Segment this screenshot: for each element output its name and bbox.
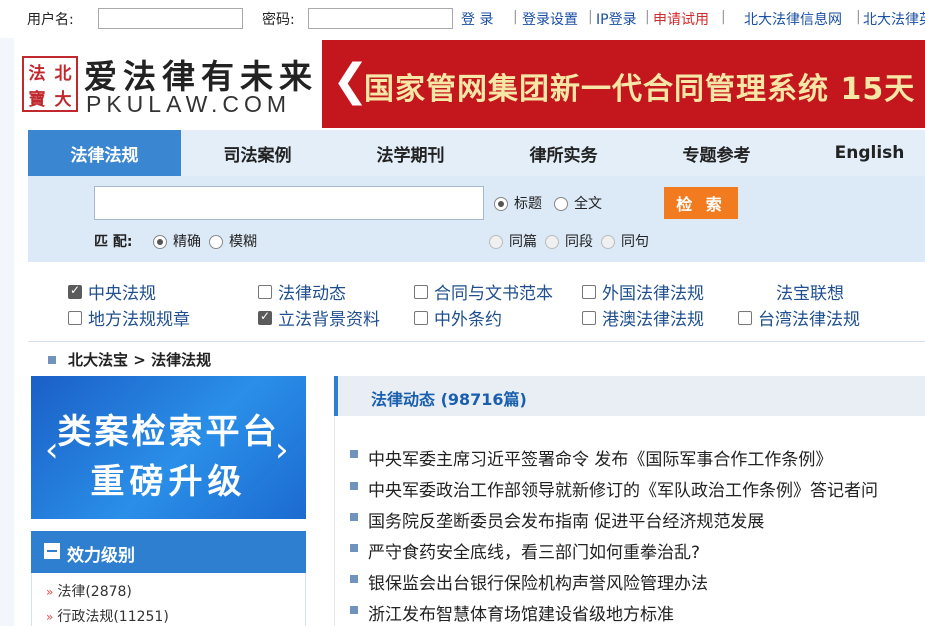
password-input[interactable] <box>308 8 453 29</box>
apply-trial-link[interactable]: 申请试用 <box>653 9 709 29</box>
collapse-icon[interactable] <box>44 543 60 559</box>
ip-login-link[interactable]: IP登录 <box>596 9 637 29</box>
breadcrumb-current: 法律法规 <box>151 351 212 369</box>
same-sentence-radio[interactable] <box>601 235 615 249</box>
bullet-icon <box>350 482 358 490</box>
news-item[interactable]: 国务院反垄断委员会发布指南 促进平台经济规范发展 <box>368 507 764 532</box>
scope-title-label: 标题 <box>514 196 542 212</box>
cat-taiwan-checkbox[interactable] <box>738 311 752 325</box>
match-fuzzy-label: 模糊 <box>229 234 257 250</box>
list-item[interactable]: » 行政法规(11251) <box>46 606 169 626</box>
bullet-icon <box>350 450 358 458</box>
breadcrumb-arrow: > <box>133 351 146 369</box>
match-exact-label: 精确 <box>173 234 201 250</box>
logo-domain: PKULAW.COM <box>86 91 292 117</box>
tab-english[interactable]: English <box>793 130 925 176</box>
cat-contract-checkbox[interactable] <box>414 285 428 299</box>
promo-title: 类案检索平台 <box>57 412 280 452</box>
username-label: 用户名: <box>27 12 74 28</box>
cat-treaty-checkbox[interactable] <box>414 311 428 325</box>
logo-seal[interactable]: 法 北 寶 大 <box>22 56 78 112</box>
effect-level-list: » 法律(2878) » 行政法规(11251) <box>31 573 306 626</box>
news-title[interactable]: 法律动态 (98716篇) <box>371 386 527 410</box>
bullet-icon <box>350 544 358 552</box>
same-doc-label: 同篇 <box>509 234 537 250</box>
bullet-icon <box>350 575 358 583</box>
arrow-bullet-icon: » <box>46 610 54 624</box>
cat-taiwan-label[interactable]: 台湾法律法规 <box>758 305 860 330</box>
scope-fulltext-label: 全文 <box>574 196 602 212</box>
cat-hkmacau-label[interactable]: 港澳法律法规 <box>602 305 704 330</box>
tab-topics[interactable]: 专题参考 <box>640 130 793 176</box>
fabao-assoc-link[interactable]: 法宝联想 <box>776 279 844 304</box>
tab-journals[interactable]: 法学期刊 <box>334 130 487 176</box>
search-button[interactable]: 检 索 <box>664 187 738 219</box>
cat-contract-label[interactable]: 合同与文书范本 <box>434 279 553 304</box>
same-sentence-label: 同句 <box>621 234 649 250</box>
tab-practice[interactable]: 律所实务 <box>487 130 640 176</box>
username-input[interactable] <box>98 8 243 29</box>
banner-text: 国家管网集团新一代合同管理系统 15天 <box>364 72 916 107</box>
seal-char: 寶 <box>28 89 46 110</box>
same-para-label: 同段 <box>565 234 593 250</box>
news-item[interactable]: 银保监会出台银行保险机构声誉风险管理办法 <box>368 569 708 594</box>
main-nav: 法律法规 司法案例 法学期刊 律所实务 专题参考 English <box>28 130 925 176</box>
ad-banner[interactable]: ❮ 国家管网集团新一代合同管理系统 15天 <box>322 40 925 128</box>
news-item[interactable]: 严守食药安全底线，看三部门如何重拳治乱? <box>368 538 700 563</box>
chevron-right-icon[interactable]: › <box>275 430 289 470</box>
cat-treaty-label[interactable]: 中外条约 <box>434 305 502 330</box>
match-exact-radio[interactable] <box>153 235 167 249</box>
login-link[interactable]: 登 录 <box>461 9 493 29</box>
separator: | <box>856 9 861 25</box>
tab-laws[interactable]: 法律法规 <box>28 130 181 176</box>
arrow-bullet-icon: » <box>46 585 54 599</box>
password-label: 密码: <box>262 12 295 28</box>
separator: | <box>645 9 650 25</box>
bullet-icon <box>48 356 56 364</box>
bullet-icon <box>350 606 358 614</box>
match-fuzzy-radio[interactable] <box>209 235 223 249</box>
search-input[interactable] <box>94 186 484 220</box>
cat-central-checkbox[interactable] <box>68 283 82 299</box>
cat-legislative-label[interactable]: 立法背景资料 <box>278 305 380 330</box>
tab-cases[interactable]: 司法案例 <box>181 130 334 176</box>
cat-hkmacau-checkbox[interactable] <box>582 311 596 325</box>
separator: | <box>588 9 593 25</box>
news-item[interactable]: 中央军委主席习近平签署命令 发布《国际军事合作工作条例》 <box>368 445 832 470</box>
cat-foreign-label[interactable]: 外国法律法规 <box>602 279 704 304</box>
effect-level-header[interactable]: 效力级别 <box>31 531 306 573</box>
cat-news-checkbox[interactable] <box>258 285 272 299</box>
cat-local-label[interactable]: 地方法规规章 <box>88 305 190 330</box>
page-edge <box>0 0 14 626</box>
seal-char: 大 <box>54 89 72 110</box>
promo-banner[interactable]: ‹ 类案检索平台 重磅升级 › <box>31 376 306 519</box>
same-para-radio[interactable] <box>545 235 559 249</box>
separator: | <box>721 9 726 25</box>
same-doc-radio[interactable] <box>489 235 503 249</box>
login-bar: 用户名: 密码: 登 录 | 登录设置 | IP登录 | 申请试用 | 北大法律… <box>0 0 925 38</box>
news-item[interactable]: 中央军委政治工作部领导就新修订的《军队政治工作条例》答记者问 <box>368 476 878 501</box>
news-item[interactable]: 浙江发布智慧体育场馆建设省级地方标准 <box>368 600 674 625</box>
cat-legislative-checkbox[interactable] <box>258 309 272 325</box>
breadcrumb: 北大法宝 > 法律法规 <box>68 349 211 370</box>
pkulaw-info-link[interactable]: 北大法律信息网 <box>744 9 842 29</box>
match-label: 匹 配: <box>94 234 133 250</box>
promo-subtitle: 重磅升级 <box>90 462 247 502</box>
login-settings-link[interactable]: 登录设置 <box>522 9 578 29</box>
pkulaw-english-link[interactable]: 北大法律英 <box>863 9 925 29</box>
cat-news-label[interactable]: 法律动态 <box>278 279 346 304</box>
bullet-icon <box>350 513 358 521</box>
effect-level-title: 效力级别 <box>67 546 135 566</box>
cat-foreign-checkbox[interactable] <box>582 285 596 299</box>
separator: | <box>513 9 518 25</box>
news-header: 法律动态 (98716篇) <box>334 376 925 416</box>
cat-central-label[interactable]: 中央法规 <box>88 279 156 304</box>
scope-title-radio[interactable] <box>494 197 508 211</box>
cat-local-checkbox[interactable] <box>68 311 82 325</box>
seal-char: 北 <box>54 63 72 84</box>
breadcrumb-root[interactable]: 北大法宝 <box>68 351 128 369</box>
scope-fulltext-radio[interactable] <box>554 197 568 211</box>
list-item[interactable]: » 法律(2878) <box>46 581 132 601</box>
seal-char: 法 <box>28 63 46 84</box>
